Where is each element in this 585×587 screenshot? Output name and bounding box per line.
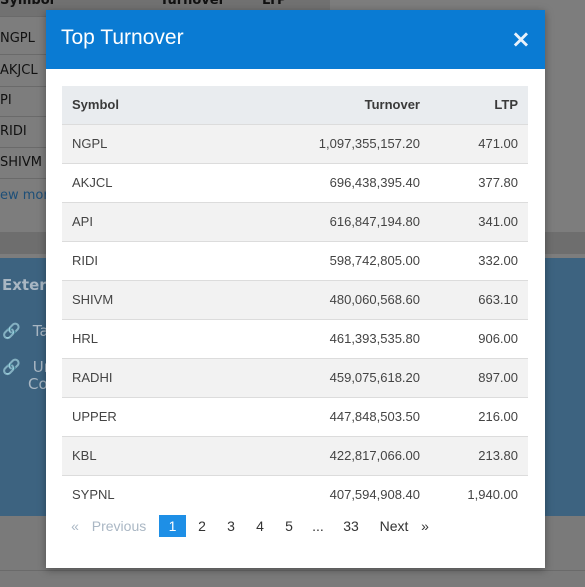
table-row[interactable]: KBL 422,817,066.00 213.80 [62, 435, 528, 475]
top-turnover-modal: Top Turnover × Symbol Turnover LTP NGPL … [46, 10, 545, 568]
cell-ltp: 341.00 [430, 201, 528, 241]
cell-symbol: API [62, 201, 232, 241]
page-2-button[interactable]: 2 [192, 515, 212, 537]
bg-section-title: Exter [2, 276, 47, 294]
cell-turnover: 461,393,535.80 [232, 318, 430, 358]
cell-ltp: 332.00 [430, 240, 528, 280]
column-header-turnover[interactable]: Turnover [232, 86, 430, 124]
table-row[interactable]: SYPNL 407,594,908.40 1,940.00 [62, 474, 528, 514]
table-row[interactable]: SHIVM 480,060,568.60 663.10 [62, 279, 528, 319]
table-row[interactable]: RIDI 598,742,805.00 332.00 [62, 240, 528, 280]
page-ellipsis: ... [312, 518, 324, 534]
page-4-button[interactable]: 4 [250, 515, 270, 537]
cell-turnover: 459,075,618.20 [232, 357, 430, 397]
table-header-row: Symbol Turnover LTP [62, 86, 528, 124]
modal-title: Top Turnover [61, 26, 184, 49]
turnover-table: Symbol Turnover LTP NGPL 1,097,355,157.2… [62, 86, 528, 514]
cell-turnover: 598,742,805.00 [232, 240, 430, 280]
bg-link-item: Co [28, 375, 48, 393]
cell-turnover: 422,817,066.00 [232, 435, 430, 475]
cell-ltp: 1,940.00 [430, 474, 528, 514]
previous-arrow-icon: « [71, 518, 79, 534]
page-5-button[interactable]: 5 [279, 515, 299, 537]
cell-turnover: 407,594,908.40 [232, 474, 430, 514]
cell-ltp: 897.00 [430, 357, 528, 397]
cell-turnover: 447,848,503.50 [232, 396, 430, 436]
cell-symbol: SHIVM [62, 279, 232, 319]
page-33-button[interactable]: 33 [338, 515, 364, 537]
cell-symbol: HRL [62, 318, 232, 358]
table-row[interactable]: HRL 461,393,535.80 906.00 [62, 318, 528, 358]
cell-turnover: 616,847,194.80 [232, 201, 430, 241]
bg-link-item: 🔗 Ta [2, 322, 49, 340]
link-icon: 🔗 [2, 322, 21, 340]
next-arrow-icon[interactable]: » [418, 515, 432, 537]
cell-turnover: 480,060,568.60 [232, 279, 430, 319]
page-3-button[interactable]: 3 [221, 515, 241, 537]
table-row[interactable]: AKJCL 696,438,395.40 377.80 [62, 162, 528, 202]
cell-symbol: SYPNL [62, 474, 232, 514]
cell-symbol: AKJCL [62, 162, 232, 202]
cell-ltp: 471.00 [430, 123, 528, 163]
cell-turnover: 696,438,395.40 [232, 162, 430, 202]
cell-symbol: RIDI [62, 240, 232, 280]
cell-turnover: 1,097,355,157.20 [232, 123, 430, 163]
cell-symbol: RADHI [62, 357, 232, 397]
cell-ltp: 906.00 [430, 318, 528, 358]
link-icon: 🔗 [2, 358, 21, 376]
page-1-button[interactable]: 1 [159, 515, 186, 537]
table-row[interactable]: UPPER 447,848,503.50 216.00 [62, 396, 528, 436]
column-header-ltp[interactable]: LTP [430, 86, 528, 124]
modal-header: Top Turnover × [46, 10, 545, 69]
cell-symbol: NGPL [62, 123, 232, 163]
table-row[interactable]: NGPL 1,097,355,157.20 471.00 [62, 123, 528, 163]
close-icon[interactable]: × [511, 26, 531, 52]
cell-ltp: 377.80 [430, 162, 528, 202]
cell-symbol: KBL [62, 435, 232, 475]
cell-ltp: 216.00 [430, 396, 528, 436]
table-row[interactable]: API 616,847,194.80 341.00 [62, 201, 528, 241]
cell-symbol: UPPER [62, 396, 232, 436]
cell-ltp: 663.10 [430, 279, 528, 319]
column-header-symbol[interactable]: Symbol [62, 86, 232, 124]
table-row[interactable]: RADHI 459,075,618.20 897.00 [62, 357, 528, 397]
next-button[interactable]: Next [376, 515, 412, 537]
bg-divider [0, 570, 585, 571]
cell-ltp: 213.80 [430, 435, 528, 475]
previous-button: Previous [91, 518, 147, 534]
